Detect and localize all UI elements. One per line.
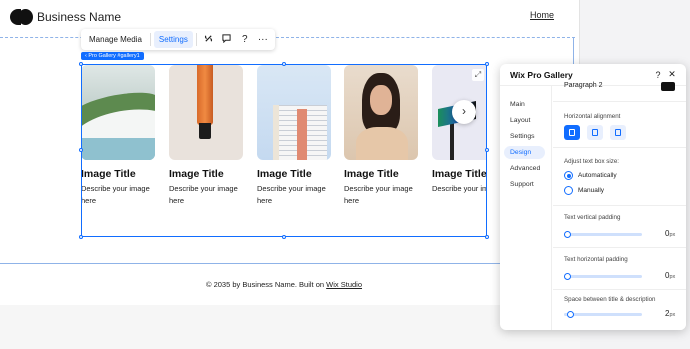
- gallery-item-title: Image Title: [432, 168, 487, 180]
- radio-manually[interactable]: [564, 186, 573, 195]
- horizontal-padding-label: Text horizontal padding: [564, 256, 628, 263]
- align-right-icon[interactable]: [610, 125, 626, 140]
- editor-canvas: Business Name Home Manage Media Settings…: [0, 0, 580, 349]
- panel-nav-support[interactable]: Support: [500, 178, 551, 191]
- paragraph-style-label: Paragraph 2: [564, 82, 603, 89]
- gallery-item-description: Describe your image here: [81, 184, 150, 205]
- radio-automatically-label[interactable]: Automatically: [578, 172, 617, 179]
- wix-studio-link[interactable]: Wix Studio: [326, 280, 362, 289]
- radio-automatically[interactable]: [564, 171, 573, 180]
- gallery-item-title: Image Title: [81, 168, 136, 180]
- resize-handle[interactable]: [485, 148, 489, 152]
- more-options-icon[interactable]: ···: [254, 34, 272, 45]
- gallery-item[interactable]: Image Title Describe your image here: [169, 65, 243, 207]
- paragraph-style-row[interactable]: Paragraph 2: [553, 82, 686, 102]
- gallery-item[interactable]: Image Title Describe your image here: [81, 65, 155, 207]
- site-brand-name[interactable]: Business Name: [37, 10, 121, 24]
- resize-handle[interactable]: [79, 62, 83, 66]
- panel-nav: Main Layout Settings Design Advanced Sup…: [500, 86, 552, 330]
- gallery-item-description: Describe your image here: [344, 184, 413, 205]
- home-nav-link[interactable]: Home: [530, 10, 554, 20]
- adjust-text-box-label: Adjust text box size:: [564, 158, 620, 165]
- slider-handle[interactable]: [564, 231, 571, 238]
- gallery-item[interactable]: Image Title Describe your image here: [257, 65, 331, 207]
- help-icon[interactable]: ?: [236, 34, 254, 45]
- expand-icon[interactable]: ⤢: [472, 69, 484, 81]
- help-icon[interactable]: ?: [652, 70, 664, 80]
- vertical-padding-value[interactable]: 0px: [665, 229, 675, 238]
- title-description-spacing-slider[interactable]: [564, 311, 642, 318]
- gallery-item-description: Describe your image here: [257, 184, 326, 205]
- gallery-item-description: Describe your image here: [169, 184, 238, 205]
- site-logo[interactable]: [10, 9, 33, 25]
- panel-nav-settings[interactable]: Settings: [500, 130, 551, 143]
- footer-credit-text: © 2035 by Business Name. Built on: [205, 280, 327, 289]
- resize-handle[interactable]: [485, 62, 489, 66]
- horizontal-padding-value[interactable]: 0px: [665, 271, 675, 280]
- link-icon[interactable]: [200, 34, 218, 46]
- resize-handle[interactable]: [79, 148, 83, 152]
- panel-nav-design[interactable]: Design: [504, 146, 545, 159]
- gallery-settings-panel: Wix Pro Gallery ? ✕ Main Layout Settings…: [500, 64, 686, 330]
- title-description-spacing-section: Space between title & description 2px: [553, 290, 686, 330]
- horizontal-alignment-section: Horizontal alignment: [553, 102, 686, 148]
- resize-handle[interactable]: [485, 235, 489, 239]
- text-color-swatch[interactable]: [661, 82, 675, 91]
- below-footer-area: [0, 305, 580, 349]
- gallery-item[interactable]: Image Title Describe your image here: [344, 65, 418, 207]
- gallery-image[interactable]: [257, 65, 331, 160]
- next-arrow-icon[interactable]: ›: [452, 100, 476, 124]
- settings-button[interactable]: Settings: [153, 31, 193, 48]
- resize-handle[interactable]: [79, 235, 83, 239]
- align-center-icon[interactable]: [587, 125, 603, 140]
- manage-media-button[interactable]: Manage Media: [84, 31, 147, 48]
- vertical-padding-slider[interactable]: [564, 231, 642, 238]
- text-box-size-section: Adjust text box size: Automatically Manu…: [553, 148, 686, 206]
- element-toolbar: Manage Media Settings ? ···: [81, 29, 275, 50]
- panel-design-settings: Paragraph 2 Horizontal alignment Adjust …: [553, 82, 686, 330]
- panel-nav-layout[interactable]: Layout: [500, 114, 551, 127]
- gallery-image[interactable]: [82, 65, 155, 160]
- gallery-image[interactable]: [169, 65, 243, 160]
- gallery-item-title: Image Title: [257, 168, 312, 180]
- vertical-padding-section: Text vertical padding 0px: [553, 206, 686, 248]
- footer-credit: © 2035 by Business Name. Built on Wix St…: [0, 280, 568, 289]
- toolbar-divider: [149, 33, 151, 46]
- gallery-item-title: Image Title: [169, 168, 224, 180]
- vertical-padding-label: Text vertical padding: [564, 214, 621, 221]
- slider-handle[interactable]: [567, 311, 574, 318]
- align-left-icon[interactable]: [564, 125, 580, 140]
- panel-nav-main[interactable]: Main: [500, 98, 551, 111]
- pro-gallery[interactable]: Image Title Describe your image here Ima…: [81, 64, 487, 237]
- radio-manually-label[interactable]: Manually: [578, 187, 604, 194]
- gallery-selection-tag[interactable]: ‹ Pro Gallery #gallery1: [81, 52, 144, 60]
- gallery-image[interactable]: [344, 65, 418, 160]
- slider-handle[interactable]: [564, 273, 571, 280]
- panel-title: Wix Pro Gallery: [510, 69, 573, 80]
- title-description-spacing-value[interactable]: 2px: [665, 309, 675, 318]
- horizontal-alignment-label: Horizontal alignment: [564, 113, 621, 120]
- toolbar-divider: [195, 33, 197, 46]
- resize-handle[interactable]: [282, 235, 286, 239]
- resize-handle[interactable]: [282, 62, 286, 66]
- horizontal-padding-slider[interactable]: [564, 273, 642, 280]
- horizontal-padding-section: Text horizontal padding 0px: [553, 248, 686, 290]
- comment-icon[interactable]: [218, 33, 236, 46]
- close-icon[interactable]: ✕: [666, 69, 678, 80]
- footer-divider: [0, 263, 580, 264]
- title-description-spacing-label: Space between title & description: [564, 296, 656, 303]
- gallery-item[interactable]: Image Title Describe your image: [432, 65, 487, 195]
- panel-nav-advanced[interactable]: Advanced: [500, 162, 551, 175]
- gallery-item-description: Describe your image: [432, 184, 486, 193]
- gallery-item-title: Image Title: [344, 168, 399, 180]
